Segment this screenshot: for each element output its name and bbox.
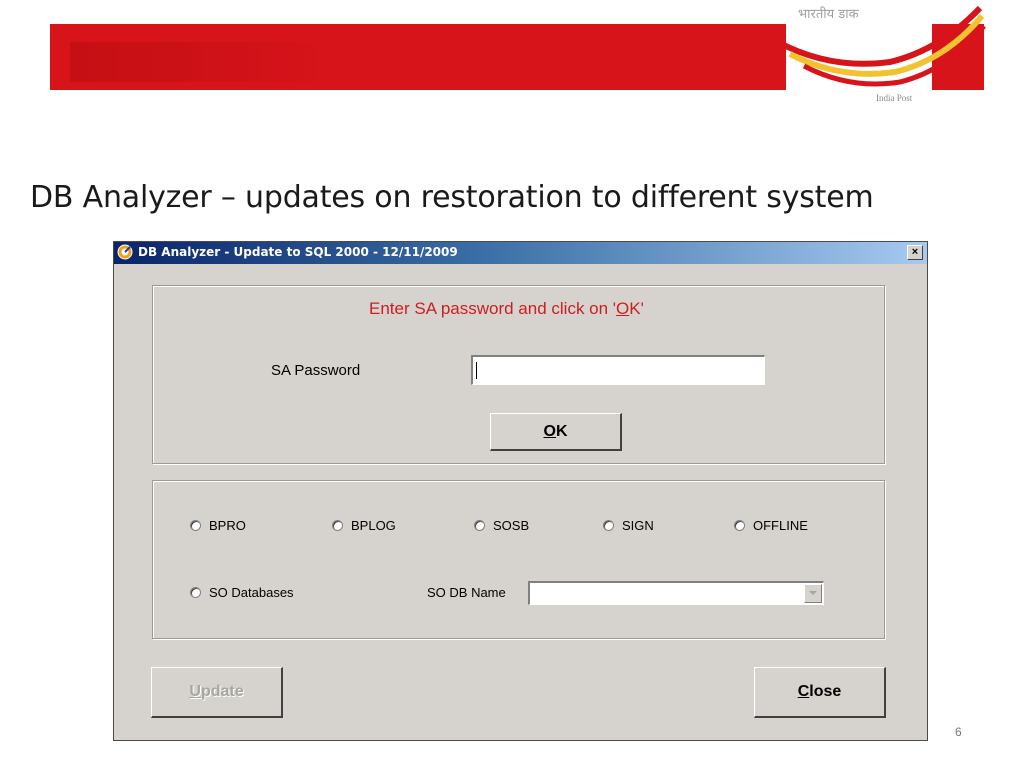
database-group: [152, 480, 885, 639]
close-button[interactable]: Close: [754, 667, 886, 718]
radio-sign[interactable]: SIGN: [603, 518, 654, 533]
ok-button[interactable]: OK: [490, 413, 622, 451]
radio-bpro[interactable]: BPRO: [190, 518, 246, 533]
update-button[interactable]: Update: [151, 667, 283, 718]
sa-password-label: SA Password: [271, 362, 361, 379]
radio-sosb[interactable]: SOSB: [474, 518, 529, 533]
slide-title: DB Analyzer – updates on restoration to …: [30, 180, 874, 215]
update-rest: pdate: [200, 683, 244, 700]
radio-so-databases-label: SO Databases: [209, 585, 294, 600]
radio-circle-icon: [190, 587, 201, 598]
radio-circle-icon: [734, 520, 745, 531]
so-db-name-select[interactable]: [528, 581, 824, 605]
sa-password-input[interactable]: [471, 355, 765, 385]
radio-offline-label: OFFLINE: [753, 518, 808, 533]
radio-circle-icon: [474, 520, 485, 531]
radio-bpro-label: BPRO: [209, 518, 246, 533]
dropdown-button[interactable]: [804, 584, 822, 603]
radio-sosb-label: SOSB: [493, 518, 530, 533]
dialog-titlebar[interactable]: DB Analyzer - Update to SQL 2000 - 12/11…: [114, 242, 927, 264]
dialog-title: DB Analyzer - Update to SQL 2000 - 12/11…: [138, 245, 458, 259]
chevron-down-icon: [809, 591, 817, 595]
prompt-prefix: Enter SA password and click on ': [369, 299, 617, 318]
radio-so-databases[interactable]: SO Databases: [190, 585, 294, 600]
radio-bplog[interactable]: BPLOG: [332, 518, 396, 533]
radio-circle-icon: [190, 520, 201, 531]
app-icon: [117, 244, 133, 260]
prompt-key: O: [616, 299, 630, 318]
radio-offline[interactable]: OFFLINE: [734, 518, 808, 533]
radio-circle-icon: [603, 520, 614, 531]
close-rest: lose: [809, 683, 842, 700]
india-post-logo: भारतीय डाक India Post: [0, 0, 1024, 110]
so-db-name-label: SO DB Name: [427, 585, 506, 600]
radio-sign-label: SIGN: [622, 518, 654, 533]
radio-bplog-label: BPLOG: [351, 518, 396, 533]
logo-english-text: India Post: [876, 93, 913, 103]
db-analyzer-dialog: DB Analyzer - Update to SQL 2000 - 12/11…: [113, 241, 928, 741]
radio-circle-icon: [332, 520, 343, 531]
ok-rest: K: [555, 423, 568, 440]
logo-hindi-text: भारतीय डाक: [798, 7, 859, 22]
close-key: C: [797, 683, 810, 700]
ok-key: O: [543, 423, 556, 440]
close-icon[interactable]: ×: [907, 245, 923, 260]
update-key: U: [189, 683, 201, 700]
page-number: 6: [955, 725, 962, 739]
password-prompt: Enter SA password and click on 'OK': [369, 299, 644, 319]
text-caret: [476, 362, 477, 379]
prompt-suffix: K': [629, 299, 644, 318]
